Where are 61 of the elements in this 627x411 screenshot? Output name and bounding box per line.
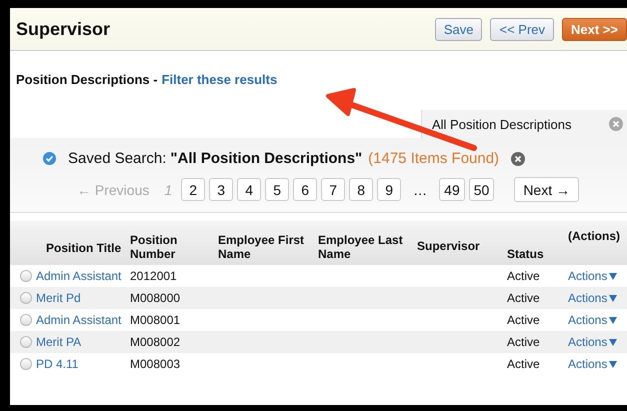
column-header: Employee Last Name	[318, 233, 404, 263]
actions-menu[interactable]: Actions	[568, 291, 618, 305]
page-button[interactable]: 2	[181, 178, 206, 201]
nav-button[interactable]: Save	[434, 18, 482, 40]
close-icon[interactable]	[609, 117, 623, 131]
table-cell: Active	[507, 269, 540, 283]
column-header: Status	[507, 247, 545, 263]
row-radio[interactable]	[20, 292, 32, 304]
caret-icon[interactable]	[609, 360, 618, 368]
caret-icon[interactable]	[609, 338, 618, 346]
column-header: Position Title	[45, 241, 122, 257]
actions-menu[interactable]: Actions	[568, 357, 618, 371]
table-cell: M008002	[130, 335, 180, 349]
row-radio[interactable]	[20, 336, 32, 348]
table-cell: Active	[507, 357, 540, 371]
position-title-link[interactable]: PD 4.11	[36, 357, 78, 371]
saved-search-label: Saved Search:	[68, 150, 166, 167]
column-header: (Actions)	[568, 228, 621, 243]
column-header: Position Number	[130, 233, 178, 263]
row-radio[interactable]	[20, 270, 32, 282]
page-button[interactable]: 5	[265, 178, 290, 201]
actions-menu[interactable]: Actions	[568, 269, 618, 283]
position-title-link[interactable]: Merit PA	[36, 335, 82, 349]
actions-menu[interactable]: Actions	[568, 313, 618, 327]
nav-button[interactable]: Next >>	[562, 18, 627, 40]
table-cell: M008003	[130, 357, 180, 371]
caret-icon[interactable]	[609, 316, 618, 324]
saved-search-tab[interactable]: All Position Descriptions	[421, 110, 627, 138]
saved-search-name: "All Position Descriptions"	[170, 150, 362, 167]
pagination-ellipsis: …	[412, 182, 428, 198]
table-cell: Active	[507, 291, 540, 305]
position-title-link[interactable]: Admin Assistant	[36, 269, 122, 283]
row-radio[interactable]	[20, 358, 32, 370]
table-cell: 2012001	[130, 269, 177, 283]
page-button[interactable]: 3	[209, 178, 234, 201]
nav-button[interactable]: << Prev	[490, 18, 554, 40]
position-title-link[interactable]: Merit Pd	[36, 291, 81, 305]
page-title: Supervisor	[16, 18, 110, 40]
column-header: Supervisor	[417, 239, 481, 255]
next-button[interactable]: Next →	[514, 177, 579, 202]
clear-icon[interactable]	[511, 152, 526, 166]
page-button[interactable]: 49	[439, 178, 465, 201]
page-button[interactable]: 50	[468, 178, 494, 201]
table-cell: Active	[507, 335, 540, 349]
caret-icon[interactable]	[609, 294, 618, 302]
position-title-link[interactable]: Admin Assistant	[36, 313, 122, 327]
page-button[interactable]: 9	[377, 178, 402, 201]
items-found-count: (1475 Items Found)	[368, 150, 500, 167]
section-heading: Position Descriptions -	[16, 72, 158, 87]
table-cell: M008001	[130, 313, 180, 327]
table-cell: M008000	[130, 291, 180, 305]
actions-menu[interactable]: Actions	[568, 335, 618, 349]
page-button[interactable]: 8	[349, 178, 374, 201]
page-button[interactable]: 4	[237, 178, 262, 201]
table-cell: Active	[507, 313, 540, 327]
caret-icon[interactable]	[609, 272, 618, 280]
row-radio[interactable]	[20, 314, 32, 326]
column-header: Employee First Name	[218, 233, 306, 263]
filter-link[interactable]: Filter these results	[162, 72, 278, 87]
page-button[interactable]: 7	[321, 178, 346, 201]
page-button[interactable]: 6	[293, 178, 318, 201]
